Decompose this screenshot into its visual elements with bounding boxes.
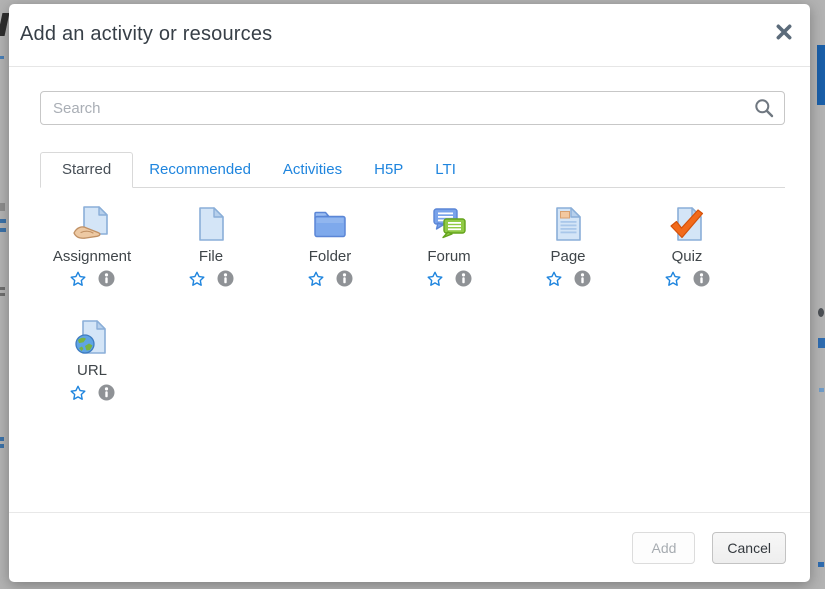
item-actions xyxy=(189,270,234,287)
item-actions xyxy=(427,270,472,287)
star-icon[interactable] xyxy=(308,270,325,287)
activity-label: Assignment xyxy=(53,248,131,265)
star-icon[interactable] xyxy=(427,270,444,287)
info-icon[interactable] xyxy=(98,384,115,401)
quiz-icon xyxy=(668,205,706,243)
item-actions xyxy=(546,270,591,287)
background-fragment xyxy=(0,444,4,448)
background-fragment xyxy=(0,228,6,232)
cancel-button[interactable]: Cancel xyxy=(712,532,786,564)
info-icon[interactable] xyxy=(574,270,591,287)
background-fragment xyxy=(0,437,4,441)
assignment-icon xyxy=(73,205,111,243)
page-icon xyxy=(549,205,587,243)
modal-title: Add an activity or resources xyxy=(20,23,794,46)
item-actions xyxy=(665,270,710,287)
screen: Add an activity or resources Starred xyxy=(0,0,825,589)
background-fragment xyxy=(0,56,4,59)
star-icon[interactable] xyxy=(189,270,206,287)
activity-label: Page xyxy=(550,248,585,265)
search-bar xyxy=(40,91,785,125)
close-icon xyxy=(776,24,792,43)
activity-item-assignment[interactable]: Assignment xyxy=(40,205,144,287)
background-fragment xyxy=(818,338,825,348)
file-icon xyxy=(192,205,230,243)
background-fragment xyxy=(0,287,5,290)
modal-header: Add an activity or resources xyxy=(9,4,810,67)
add-activity-modal: Add an activity or resources Starred xyxy=(9,4,810,582)
background-fragment xyxy=(819,388,824,392)
activity-label: URL xyxy=(77,362,107,379)
item-actions xyxy=(70,270,115,287)
search-input[interactable] xyxy=(40,91,785,125)
info-icon[interactable] xyxy=(98,270,115,287)
star-icon[interactable] xyxy=(70,270,87,287)
star-icon[interactable] xyxy=(546,270,563,287)
item-actions xyxy=(308,270,353,287)
activity-item-quiz[interactable]: Quiz xyxy=(635,205,739,287)
tab-starred[interactable]: Starred xyxy=(40,152,133,188)
activity-label: File xyxy=(199,248,223,265)
folder-icon xyxy=(311,205,349,243)
star-icon[interactable] xyxy=(665,270,682,287)
search-icon[interactable] xyxy=(754,98,774,118)
activity-item-forum[interactable]: Forum xyxy=(397,205,501,287)
activity-label: Folder xyxy=(309,248,352,265)
info-icon[interactable] xyxy=(336,270,353,287)
activity-item-page[interactable]: Page xyxy=(516,205,620,287)
tab-recommended[interactable]: Recommended xyxy=(133,153,267,187)
info-icon[interactable] xyxy=(693,270,710,287)
star-icon[interactable] xyxy=(70,384,87,401)
tab-bar: Starred Recommended Activities H5P LTI xyxy=(40,152,785,188)
url-icon xyxy=(73,319,111,357)
info-icon[interactable] xyxy=(217,270,234,287)
add-button[interactable]: Add xyxy=(632,532,695,564)
activity-label: Quiz xyxy=(672,248,703,265)
forum-icon xyxy=(430,205,468,243)
modal-footer: Add Cancel xyxy=(9,512,810,582)
tab-lti[interactable]: LTI xyxy=(419,153,472,187)
tab-h5p[interactable]: H5P xyxy=(358,153,419,187)
close-button[interactable] xyxy=(775,24,793,42)
activity-item-file[interactable]: File xyxy=(159,205,263,287)
activity-label: Forum xyxy=(427,248,470,265)
background-fragment xyxy=(818,308,824,317)
background-fragment xyxy=(0,219,6,223)
background-fragment xyxy=(0,293,5,296)
background-fragment xyxy=(818,562,824,567)
tab-activities[interactable]: Activities xyxy=(267,153,358,187)
modal-body: Starred Recommended Activities H5P LTI xyxy=(9,67,810,401)
activity-grid: Assignment xyxy=(40,205,785,401)
background-fragment xyxy=(817,45,825,105)
activity-item-url[interactable]: URL xyxy=(40,319,144,401)
activity-item-folder[interactable]: Folder xyxy=(278,205,382,287)
item-actions xyxy=(70,384,115,401)
info-icon[interactable] xyxy=(455,270,472,287)
background-fragment xyxy=(0,203,5,211)
